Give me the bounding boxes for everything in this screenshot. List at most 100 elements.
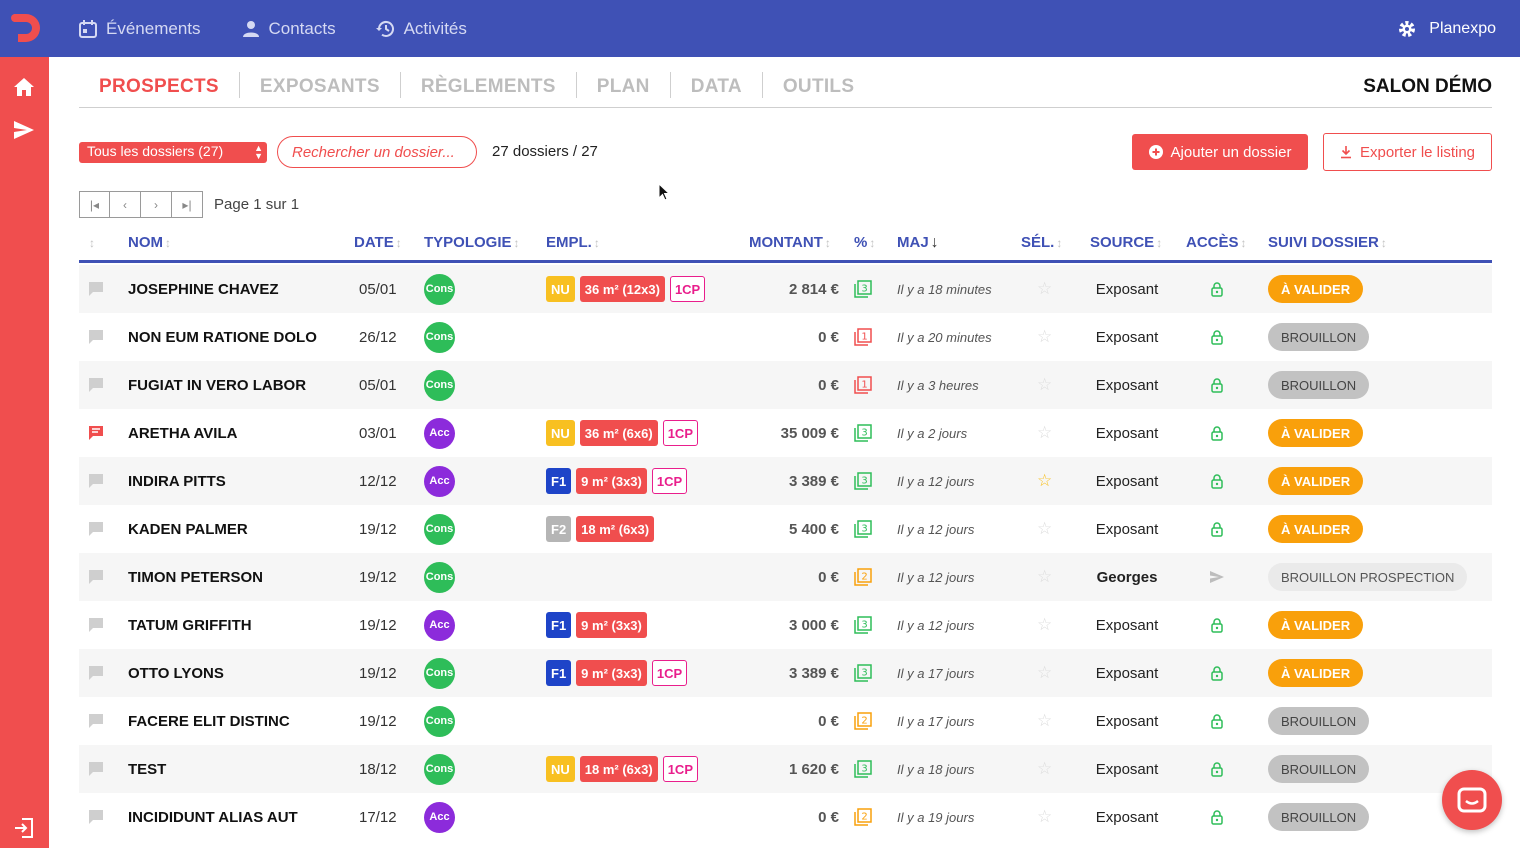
- progress-cell[interactable]: 3: [853, 265, 873, 313]
- col-acces[interactable]: ACCÈS ↕: [1186, 234, 1247, 251]
- col-comment[interactable]: ↕: [87, 234, 95, 251]
- org-menu[interactable]: Planexpo: [1397, 0, 1496, 57]
- table-row[interactable]: JOSEPHINE CHAVEZ 05/01 Cons NU 36 m² (12x3) 1…: [79, 265, 1492, 313]
- table-row[interactable]: INCIDIDUNT ALIAS AUT 17/12 Acc 0 € 2 Il y a 1…: [79, 793, 1492, 841]
- comment-cell[interactable]: [87, 457, 107, 505]
- next-page-button[interactable]: ›: [141, 191, 172, 218]
- logout-icon[interactable]: [12, 816, 36, 840]
- status-badge[interactable]: BROUILLON PROSPECTION: [1268, 563, 1468, 591]
- status-badge[interactable]: BROUILLON: [1268, 755, 1370, 783]
- progress-cell[interactable]: 3: [853, 601, 873, 649]
- table-row[interactable]: TEST 18/12 Cons NU 18 m² (6x3) 1CP 1 620 € 3 Il …: [79, 745, 1492, 793]
- progress-cell[interactable]: 2: [853, 697, 873, 745]
- nav-evenements[interactable]: Événements: [78, 19, 201, 39]
- acces-cell[interactable]: [1209, 361, 1225, 409]
- acces-cell[interactable]: [1209, 793, 1225, 841]
- prev-page-button[interactable]: ‹: [110, 191, 141, 218]
- select-star-icon[interactable]: ☆: [1037, 361, 1052, 409]
- comment-cell[interactable]: [87, 697, 107, 745]
- nav-contacts[interactable]: Contacts: [241, 19, 336, 39]
- dossier-name[interactable]: TATUM GRIFFITH: [128, 601, 252, 649]
- status-badge[interactable]: À VALIDER: [1268, 659, 1364, 687]
- comment-cell[interactable]: [87, 553, 107, 601]
- acces-cell[interactable]: [1209, 457, 1225, 505]
- home-icon[interactable]: [12, 75, 36, 99]
- col-typologie[interactable]: TYPOLOGIE ↕: [424, 234, 520, 251]
- dossier-name[interactable]: ARETHA AVILA: [128, 409, 237, 457]
- status-badge[interactable]: À VALIDER: [1268, 515, 1364, 543]
- dossier-name[interactable]: OTTO LYONS: [128, 649, 224, 697]
- col-sel[interactable]: SÉL. ↕: [1021, 234, 1062, 251]
- last-page-button[interactable]: ▸|: [172, 191, 203, 218]
- tab-reglements[interactable]: RÈGLEMENTS: [399, 72, 576, 98]
- dossier-name[interactable]: JOSEPHINE CHAVEZ: [128, 265, 279, 313]
- dossier-name[interactable]: FUGIAT IN VERO LABOR: [128, 361, 306, 409]
- acces-cell[interactable]: [1209, 553, 1225, 601]
- dossier-name[interactable]: TIMON PETERSON: [128, 553, 263, 601]
- first-page-button[interactable]: |◂: [79, 191, 110, 218]
- comment-cell[interactable]: [87, 409, 107, 457]
- export-listing-button[interactable]: Exporter le listing: [1323, 133, 1492, 171]
- comment-cell[interactable]: [87, 793, 107, 841]
- table-row[interactable]: ARETHA AVILA 03/01 Acc NU 36 m² (6x6) 1CP 35 0…: [79, 409, 1492, 457]
- col-date[interactable]: DATE ↕: [354, 234, 402, 251]
- acces-cell[interactable]: [1209, 265, 1225, 313]
- status-badge[interactable]: BROUILLON: [1268, 323, 1370, 351]
- comment-cell[interactable]: [87, 265, 107, 313]
- add-dossier-button[interactable]: Ajouter un dossier: [1132, 134, 1308, 170]
- tab-data[interactable]: DATA: [669, 72, 762, 98]
- acces-cell[interactable]: [1209, 601, 1225, 649]
- dossier-filter-select[interactable]: Tous les dossiers (27) ▲ ▼: [79, 142, 267, 163]
- status-badge[interactable]: À VALIDER: [1268, 467, 1364, 495]
- comment-cell[interactable]: [87, 313, 107, 361]
- col-pct[interactable]: % ↕: [854, 234, 875, 251]
- table-row[interactable]: TATUM GRIFFITH 19/12 Acc F1 9 m² (3x3) 3 000 …: [79, 601, 1492, 649]
- status-badge[interactable]: À VALIDER: [1268, 611, 1364, 639]
- status-badge[interactable]: BROUILLON: [1268, 707, 1370, 735]
- send-icon[interactable]: [12, 118, 36, 142]
- progress-cell[interactable]: 1: [853, 361, 873, 409]
- dossier-name[interactable]: TEST: [128, 745, 166, 793]
- table-row[interactable]: NON EUM RATIONE DOLO 26/12 Cons 0 € 1 Il y a …: [79, 313, 1492, 361]
- progress-cell[interactable]: 3: [853, 505, 873, 553]
- comment-cell[interactable]: [87, 601, 107, 649]
- acces-cell[interactable]: [1209, 649, 1225, 697]
- comment-cell[interactable]: [87, 505, 107, 553]
- col-nom[interactable]: NOM ↕: [128, 234, 171, 251]
- select-star-icon[interactable]: ☆: [1037, 553, 1052, 601]
- search-input[interactable]: Rechercher un dossier...: [277, 136, 477, 168]
- progress-cell[interactable]: 2: [853, 553, 873, 601]
- tab-plan[interactable]: PLAN: [575, 72, 670, 98]
- dossier-name[interactable]: NON EUM RATIONE DOLO: [128, 313, 317, 361]
- dossier-name[interactable]: INCIDIDUNT ALIAS AUT: [128, 793, 298, 841]
- comment-cell[interactable]: [87, 745, 107, 793]
- comment-cell[interactable]: [87, 361, 107, 409]
- acces-cell[interactable]: [1209, 313, 1225, 361]
- select-star-icon[interactable]: ☆: [1037, 601, 1052, 649]
- select-star-icon[interactable]: ☆: [1037, 457, 1052, 505]
- chat-launcher-button[interactable]: [1442, 770, 1502, 830]
- select-star-icon[interactable]: ☆: [1037, 745, 1052, 793]
- progress-cell[interactable]: 1: [853, 313, 873, 361]
- status-badge[interactable]: BROUILLON: [1268, 803, 1370, 831]
- progress-cell[interactable]: 3: [853, 745, 873, 793]
- progress-cell[interactable]: 2: [853, 793, 873, 841]
- status-badge[interactable]: À VALIDER: [1268, 275, 1364, 303]
- col-maj[interactable]: MAJ ↓: [897, 234, 939, 252]
- acces-cell[interactable]: [1209, 745, 1225, 793]
- acces-cell[interactable]: [1209, 505, 1225, 553]
- tab-exposants[interactable]: EXPOSANTS: [238, 72, 400, 98]
- comment-cell[interactable]: [87, 649, 107, 697]
- status-badge[interactable]: BROUILLON: [1268, 371, 1370, 399]
- table-row[interactable]: INDIRA PITTS 12/12 Acc F1 9 m² (3x3) 1CP 3 389…: [79, 457, 1492, 505]
- col-empl[interactable]: EMPL. ↕: [546, 234, 600, 251]
- status-badge[interactable]: À VALIDER: [1268, 419, 1364, 447]
- tab-prospects[interactable]: PROSPECTS: [79, 72, 239, 98]
- select-star-icon[interactable]: ☆: [1037, 409, 1052, 457]
- select-star-icon[interactable]: ☆: [1037, 505, 1052, 553]
- progress-cell[interactable]: 3: [853, 649, 873, 697]
- dossier-name[interactable]: INDIRA PITTS: [128, 457, 226, 505]
- acces-cell[interactable]: [1209, 409, 1225, 457]
- table-row[interactable]: OTTO LYONS 19/12 Cons F1 9 m² (3x3) 1CP 3 389 …: [79, 649, 1492, 697]
- col-source[interactable]: SOURCE ↕: [1090, 234, 1162, 251]
